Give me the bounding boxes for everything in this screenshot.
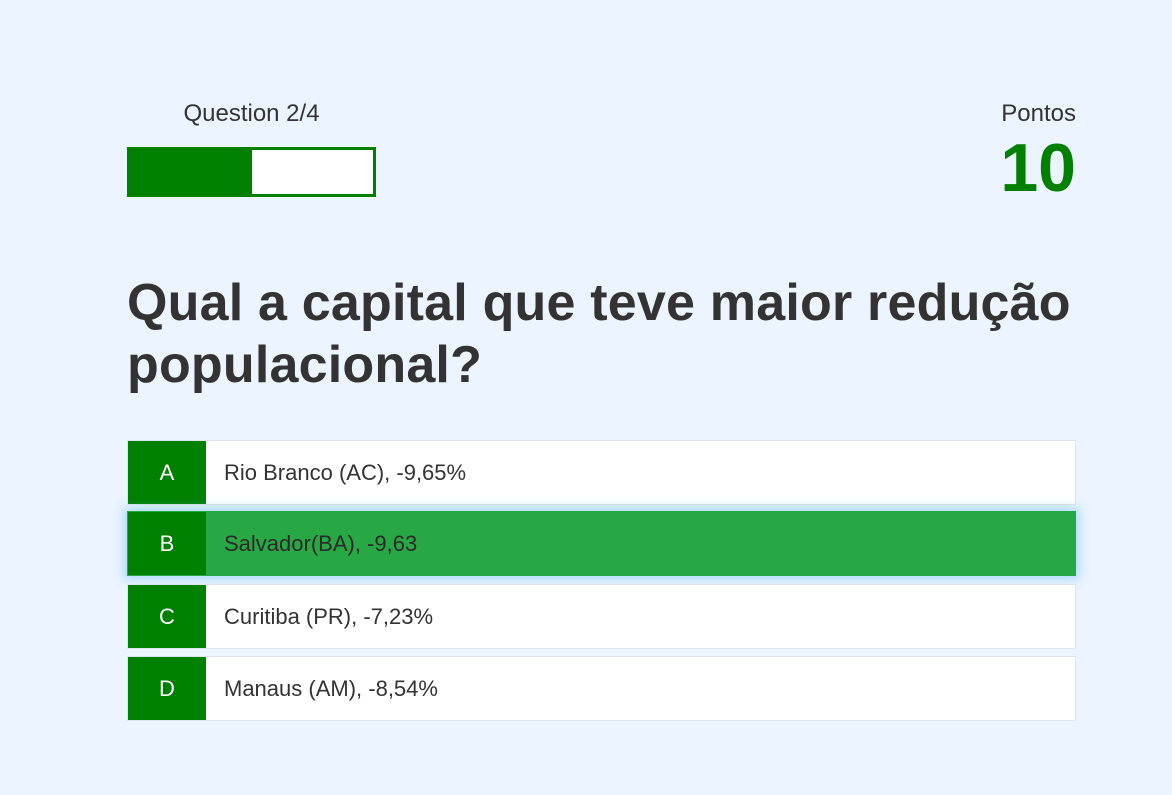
score-value: 10 bbox=[1000, 130, 1076, 206]
choice-prefix: C bbox=[128, 585, 206, 648]
progress-bar-fill bbox=[130, 150, 252, 194]
progress-bar bbox=[127, 147, 376, 197]
hud: Question 2/4 Pontos 10 bbox=[127, 100, 1076, 202]
choice-text: Rio Branco (AC), -9,65% bbox=[224, 459, 467, 485]
score-label: Pontos bbox=[1001, 100, 1076, 127]
score-block: Pontos 10 bbox=[876, 100, 1076, 202]
choice-d[interactable]: D Manaus (AM), -8,54% bbox=[127, 656, 1076, 721]
choice-prefix: B bbox=[128, 512, 206, 575]
question-title: Qual a capital que teve maior redução po… bbox=[127, 274, 1071, 394]
choice-prefix: A bbox=[128, 441, 206, 504]
choice-b[interactable]: B Salvador(BA), -9,63 bbox=[127, 511, 1076, 576]
progress-block: Question 2/4 bbox=[127, 100, 376, 197]
choice-text: Salvador(BA), -9,63 bbox=[224, 530, 418, 556]
choice-c[interactable]: C Curitiba (PR), -7,23% bbox=[127, 584, 1076, 649]
choice-a[interactable]: A Rio Branco (AC), -9,65% bbox=[127, 440, 1076, 505]
choice-prefix: D bbox=[128, 657, 206, 720]
quiz-container: Question 2/4 Pontos 10 Qual a capital qu… bbox=[0, 0, 1172, 795]
choice-text: Manaus (AM), -8,54% bbox=[224, 675, 438, 701]
choice-text: Curitiba (PR), -7,23% bbox=[224, 603, 434, 629]
progress-text: Question 2/4 bbox=[183, 100, 320, 127]
